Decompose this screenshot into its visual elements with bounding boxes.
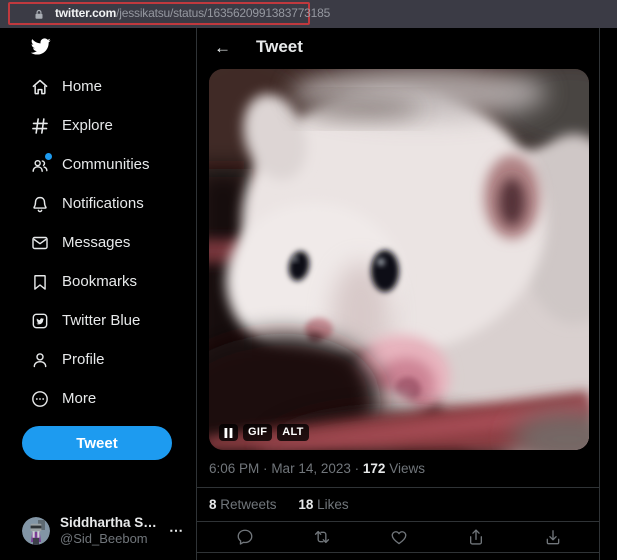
avatar <box>22 517 50 545</box>
sidebar-item-label: More <box>62 390 96 407</box>
retweets-label: Retweets <box>220 497 276 512</box>
sidebar-menu: Home Explore <box>0 67 196 418</box>
more-circle-icon <box>30 389 50 409</box>
meta-separator: · <box>355 461 360 476</box>
pause-icon <box>224 428 233 438</box>
cat-gif-image <box>209 69 589 450</box>
divider <box>197 552 599 553</box>
sidebar-nav: Home Explore <box>0 28 197 560</box>
url-path: /jessikatsu/status/1635620991383773185 <box>116 6 330 20</box>
sidebar-item-label: Explore <box>62 117 113 134</box>
sidebar-item-communities[interactable]: Communities <box>0 145 196 184</box>
account-name: Siddhartha Sama... <box>60 515 164 530</box>
likes-stat[interactable]: 18 Likes <box>298 497 348 512</box>
bell-icon <box>30 194 50 214</box>
retweets-stat[interactable]: 8 Retweets <box>209 497 277 512</box>
sidebar-item-home[interactable]: Home <box>0 67 196 106</box>
sidebar-item-messages[interactable]: Messages <box>0 223 196 262</box>
pause-button[interactable] <box>219 424 238 441</box>
tweet-meta: 6:06 PM · Mar 14, 2023 · 172 Views <box>209 461 587 476</box>
envelope-icon <box>30 233 50 253</box>
sidebar-item-label: Twitter Blue <box>62 312 140 329</box>
tweet-media-gif[interactable]: GIF ALT <box>209 69 589 450</box>
account-handle: @Sid_Beebom <box>60 531 164 546</box>
home-icon <box>30 77 50 97</box>
sidebar-item-label: Notifications <box>62 195 144 212</box>
media-overlay-controls: GIF ALT <box>219 424 309 441</box>
bookmark-icon <box>30 272 50 292</box>
sidebar-item-label: Profile <box>62 351 105 368</box>
notification-dot <box>45 153 52 160</box>
gif-badge: GIF <box>243 424 272 441</box>
twitter-logo-icon[interactable] <box>30 36 51 57</box>
alt-badge[interactable]: ALT <box>277 424 308 441</box>
sidebar-item-bookmarks[interactable]: Bookmarks <box>0 262 196 301</box>
retweet-icon[interactable] <box>312 527 332 547</box>
person-icon <box>30 350 50 370</box>
browser-url-bar[interactable]: twitter.com/jessikatsu/status/1635620991… <box>0 0 617 28</box>
tweet-action-bar <box>197 522 599 552</box>
sidebar-item-twitter-blue[interactable]: Twitter Blue <box>0 301 196 340</box>
account-switcher[interactable]: Siddhartha Sama... @Sid_Beebom ⋯ <box>22 515 184 546</box>
tweet-stats: 8 Retweets 18 Likes <box>197 488 599 521</box>
communities-icon <box>30 155 50 175</box>
likes-label: Likes <box>317 497 349 512</box>
meta-separator: · <box>263 461 268 476</box>
url-text[interactable]: twitter.com/jessikatsu/status/1635620991… <box>55 6 330 20</box>
views-label: Views <box>389 461 425 476</box>
sidebar-item-label: Home <box>62 78 102 95</box>
download-icon[interactable] <box>543 527 563 547</box>
likes-count: 18 <box>298 497 313 512</box>
lock-icon <box>33 8 45 21</box>
hashtag-icon <box>30 116 50 136</box>
page-title: Tweet <box>256 37 303 57</box>
tweet-date[interactable]: Mar 14, 2023 <box>271 461 351 476</box>
share-icon[interactable] <box>466 527 486 547</box>
sidebar-item-label: Communities <box>62 156 150 173</box>
tweet-detail-column: ← Tweet <box>197 28 600 560</box>
account-more-icon[interactable]: ⋯ <box>169 522 184 539</box>
sidebar-item-label: Messages <box>62 234 130 251</box>
sidebar-item-more[interactable]: More <box>0 379 196 418</box>
like-icon[interactable] <box>389 527 409 547</box>
tweet-time[interactable]: 6:06 PM <box>209 461 259 476</box>
sidebar-item-profile[interactable]: Profile <box>0 340 196 379</box>
url-domain: twitter.com <box>55 6 116 20</box>
sidebar-item-explore[interactable]: Explore <box>0 106 196 145</box>
twitter-blue-icon <box>30 311 50 331</box>
tweet-button[interactable]: Tweet <box>22 426 172 460</box>
twitter-app: Home Explore <box>0 28 617 560</box>
reply-icon[interactable] <box>235 527 255 547</box>
sidebar-item-notifications[interactable]: Notifications <box>0 184 196 223</box>
retweets-count: 8 <box>209 497 217 512</box>
page-header: ← Tweet <box>197 28 599 66</box>
sidebar-item-label: Bookmarks <box>62 273 137 290</box>
back-arrow-icon[interactable]: ← <box>214 39 231 56</box>
views-count: 172 <box>363 461 386 476</box>
